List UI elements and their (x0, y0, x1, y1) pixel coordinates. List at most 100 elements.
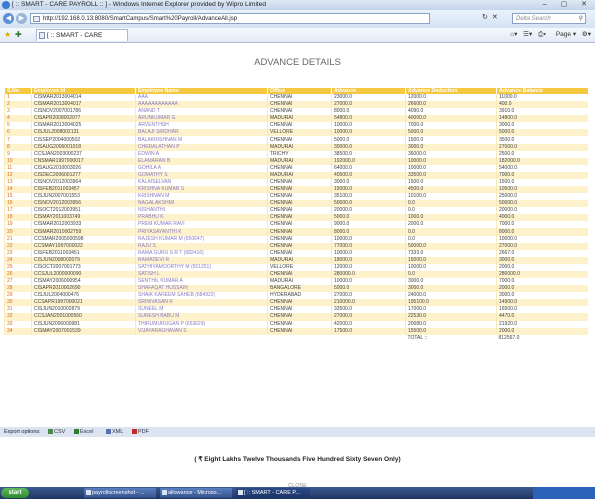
export-csv-link[interactable]: CSV (48, 427, 65, 437)
back-icon[interactable]: ◀ (3, 13, 14, 24)
row-advance-balance: 4470.0 (496, 313, 588, 321)
row-employee-name: SRINIVASAN R (135, 299, 268, 307)
table-row: 2 CISMAR2013004017 AAAAAAAAAAAA CHENNAI 2700… (4, 101, 588, 109)
row-advance-deduction: 3000.0 (405, 278, 497, 286)
row-advance: 5000.0 (331, 214, 406, 222)
row-advance-balance: 20000.0 (496, 207, 588, 215)
row-sno: 3 (4, 108, 32, 116)
print-icon[interactable]: ⎙▾ (538, 31, 546, 38)
row-advance-balance: 280000.0 (496, 270, 588, 279)
row-employee-id: CISJUN2007001553 (31, 193, 136, 201)
row-employee-name: RAMA GURU S R T (682416) (135, 249, 268, 257)
search-icon[interactable]: ⚲ (579, 14, 583, 25)
row-employee-id: CISMAR2013004017 (31, 101, 136, 109)
row-employee-id: CISMAY2011003749 (31, 214, 136, 222)
row-advance: 77000.0 (331, 242, 406, 250)
row-office: CHENNAI (267, 313, 332, 321)
row-advance: 27000.0 (331, 292, 406, 300)
row-employee-name: PRABHU K (135, 214, 268, 222)
search-input[interactable]: Delta Search ⚲ (512, 13, 586, 24)
address-input[interactable]: http://192.168.0.13:8080/SmartCampus/Sma… (30, 13, 430, 24)
row-advance: 27000.0 (331, 101, 406, 109)
row-advance-deduction: 10000.0 (405, 157, 497, 165)
row-sno: 24 (4, 256, 32, 264)
row-advance-deduction: 10000.0 (405, 164, 497, 172)
export-xml-link[interactable]: XML (106, 427, 123, 437)
refresh-stop-icons[interactable]: ↻✕ (482, 13, 502, 21)
row-advance-deduction: 0.0 (405, 200, 497, 208)
export-bar: Export options: CSV Excel XML PDF (0, 427, 595, 437)
row-advance-balance: 2000.0 (496, 263, 588, 271)
row-advance-balance: 21920.0 (496, 320, 588, 328)
row-employee-name: ARUNKUMAR G (135, 115, 268, 123)
start-button[interactable]: start (1, 488, 29, 498)
row-advance-deduction: 22530.0 (405, 313, 497, 321)
row-advance-deduction: 7333.0 (405, 249, 497, 257)
table-row: 17 CISOCT2012003951 NISHANTHI CHENNAI 20000.… (4, 207, 588, 215)
row-employee-id: CISMAY2006000954 (31, 278, 136, 286)
taskbar-item-allowance[interactable]: allowance - Microso... (160, 488, 232, 498)
forward-icon[interactable]: ▶ (16, 13, 27, 24)
row-advance-deduction: 50000.0 (405, 242, 497, 250)
row-office: MADURAI (267, 115, 332, 123)
row-employee-name: AAAAAAAAAAAA (135, 101, 268, 109)
row-employee-id: CCSJAN2001000560 (31, 313, 136, 321)
tools-menu[interactable]: ⚙▾ (582, 31, 591, 38)
table-row: 30 CCSAPR1997000021 SRINIVASAN R CHENNAI 210… (4, 299, 588, 307)
ie-logo-icon (2, 1, 10, 9)
row-sno: 9 (4, 150, 32, 158)
row-employee-id: CISAPR2008002077 (31, 115, 136, 123)
row-advance-balance: 400.0 (496, 101, 588, 109)
total-empty-cell (331, 334, 406, 342)
total-value: 812567.0 (496, 334, 588, 342)
row-advance: 64000.0 (331, 164, 406, 172)
row-advance: 20000.0 (331, 207, 406, 215)
row-employee-id: CISMAR2010002759 (31, 228, 136, 236)
row-advance-deduction: 36000.0 (405, 150, 497, 158)
row-employee-id: CISAPR2010002690 (31, 285, 136, 293)
total-empty-cell (4, 334, 32, 342)
row-sno: 17 (4, 207, 32, 215)
row-advance-balance: 11000.0 (496, 94, 588, 102)
table-row: 11 CISAUG2010003026 GOHILA A CHENNAI 64000.0… (4, 164, 588, 172)
total-empty-cell (267, 334, 332, 342)
row-advance-balance: 3000.0 (496, 122, 588, 130)
export-label: Export options: (4, 429, 41, 435)
row-employee-name: AAA (135, 94, 268, 102)
tab-smart-care-payroll[interactable]: [ :: SMART - CARE PAYROLL :: ] (36, 29, 128, 51)
tab-bar: ★ ✚ [ :: SMART - CARE PAYROLL :: ] ⌂▾ ☰▾… (0, 28, 595, 51)
word-icon (162, 490, 167, 495)
export-pdf-link[interactable]: PDF (132, 427, 149, 437)
row-employee-name: ANAND T (135, 108, 268, 116)
row-advance-balance: 50000.0 (496, 200, 588, 208)
export-pdf-label: PDF (138, 429, 149, 435)
row-employee-id: CCSAPR1997000021 (31, 299, 136, 307)
row-office: CHENNAI (267, 320, 332, 328)
row-office: VELLORE (267, 263, 332, 271)
row-advance: 3000.0 (331, 178, 406, 187)
page-title: ADVANCE DETAILS (254, 57, 341, 68)
row-employee-name: ARVENTHSH (135, 122, 268, 130)
row-advance-deduction: 7000.0 (405, 122, 497, 130)
page-icon (33, 16, 40, 22)
taskbar-item-payrollscreenshot[interactable]: payrollscreenshot - ... (84, 488, 156, 498)
home-icon[interactable]: ⌂▾ (510, 31, 517, 38)
add-favorites-icon[interactable]: ✚ (15, 30, 22, 39)
row-advance-deduction: 40000.0 (405, 115, 497, 123)
row-sno: 14 (4, 186, 32, 194)
taskbar-item-smart-care[interactable]: [ :: SMART - CARE P... (236, 488, 310, 498)
row-advance-deduction: 5000.0 (405, 129, 497, 137)
feeds-icon[interactable]: ☰▾ (523, 31, 532, 38)
row-advance-balance: 27000.0 (496, 143, 588, 151)
page-menu[interactable]: Page ▾ (552, 31, 576, 38)
row-sno: 6 (4, 129, 32, 137)
window-controls[interactable]: – ▢ ✕ (543, 0, 593, 10)
row-employee-name: GOHILA A (135, 164, 268, 172)
row-employee-id: CISOCT2007001773 (31, 263, 136, 271)
export-excel-link[interactable]: Excel (74, 427, 93, 437)
row-office: CHENNAI (267, 207, 332, 215)
favorites-star-icon[interactable]: ★ (4, 30, 11, 39)
table-row: 29 CISJUL2004000476 SHAIK KAREEM SAHEB (68… (4, 292, 588, 300)
table-row: 18 CISMAY2011003749 PRABHU K CHENNAI 5000.0 1… (4, 214, 588, 222)
address-toolbar: ◀ ▶ http://192.168.0.13:8080/SmartCampus… (0, 10, 595, 28)
